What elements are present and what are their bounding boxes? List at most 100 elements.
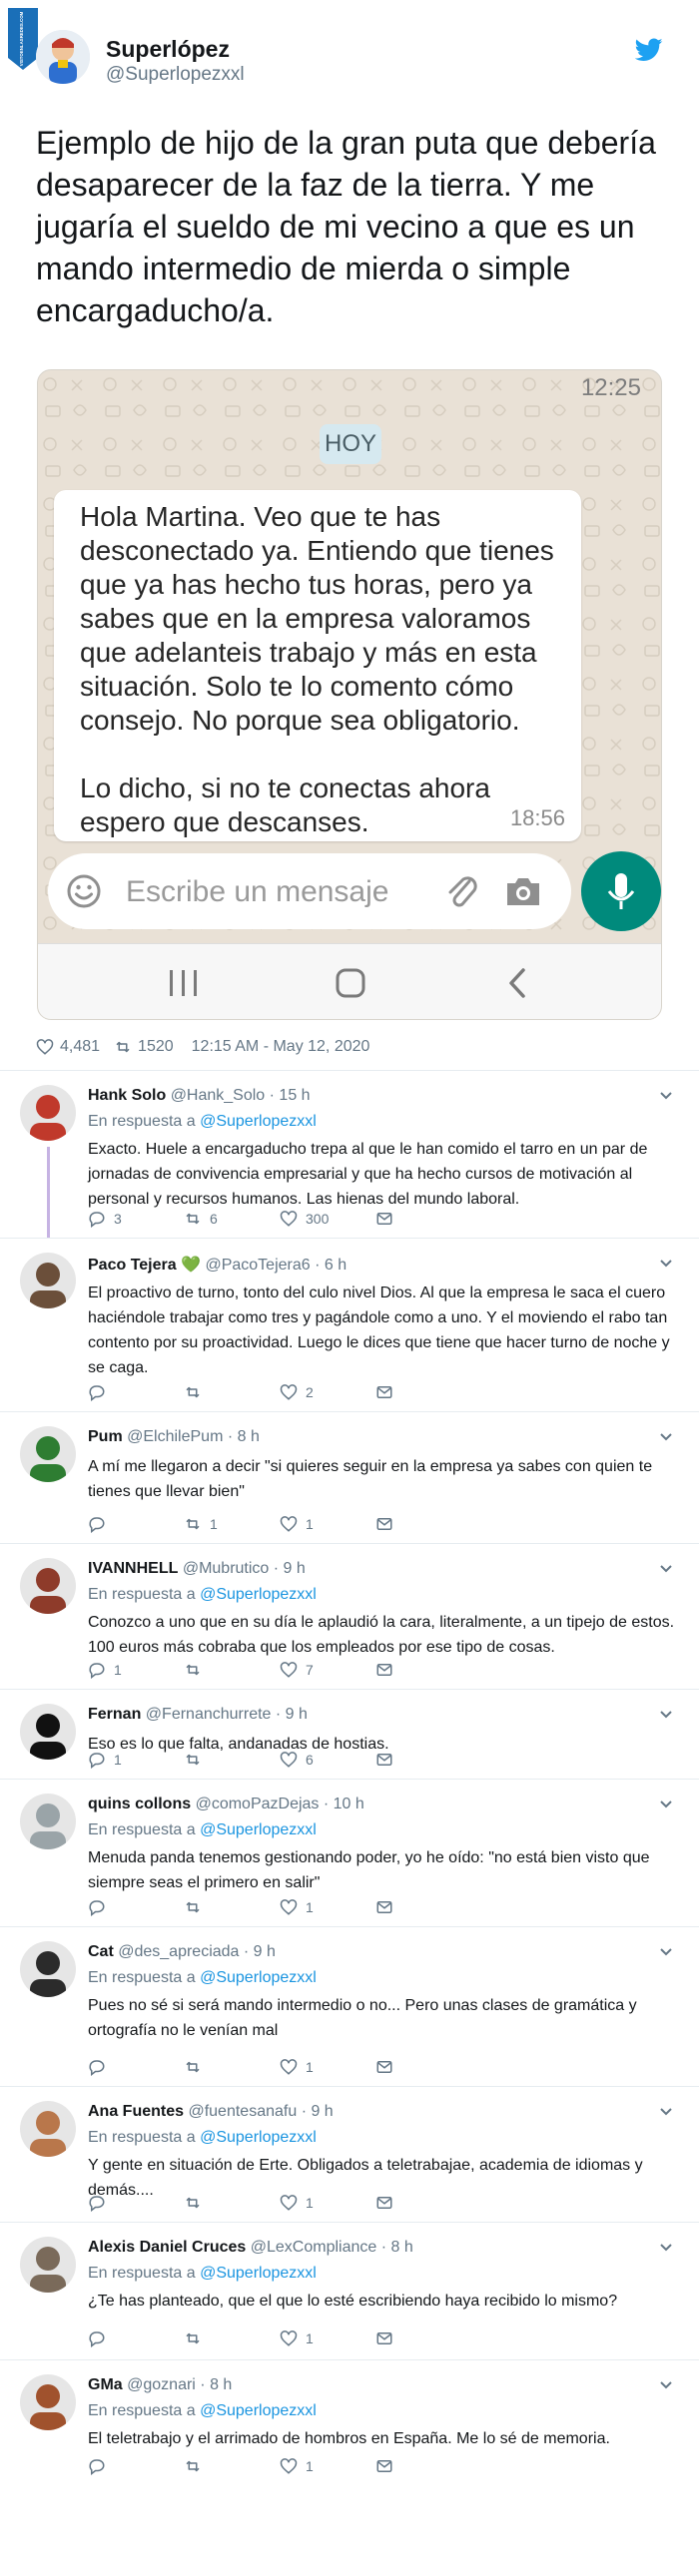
reply-author-name[interactable]: Cat — [88, 1943, 114, 1960]
direct-message-button[interactable] — [375, 2328, 393, 2348]
reply-author-handle[interactable]: @ElchilePum — [127, 1428, 223, 1445]
reply-button[interactable]: 1 — [88, 1750, 122, 1770]
reply-button[interactable]: 3 — [88, 1209, 122, 1229]
message-input-placeholder[interactable]: Escribe un mensaje — [126, 875, 388, 909]
like-button[interactable]: 1 — [280, 1514, 314, 1534]
reply-time[interactable]: · 8 h — [200, 2376, 232, 2393]
retweet-button[interactable] — [184, 1382, 210, 1402]
reply-avatar[interactable] — [20, 1794, 76, 1849]
reply-button[interactable] — [88, 2057, 114, 2077]
reply-author-handle[interactable]: @fuentesanafu — [188, 2103, 297, 2120]
chevron-down-icon[interactable] — [659, 1091, 673, 1101]
reply-author-name[interactable]: Fernan — [88, 1706, 141, 1723]
like-button[interactable]: 1 — [280, 1897, 314, 1917]
reply-button[interactable] — [88, 1514, 114, 1534]
emoji-icon[interactable] — [66, 873, 102, 909]
reply-button[interactable]: 1 — [88, 1660, 122, 1680]
reply-author-handle[interactable]: @goznari — [127, 2376, 196, 2393]
tweet-timestamp[interactable]: 12:15 AM - May 12, 2020 — [192, 1038, 370, 1056]
reply-time[interactable]: · 9 h — [276, 1706, 308, 1723]
chevron-down-icon[interactable] — [659, 1710, 673, 1720]
retweet-button[interactable] — [184, 1660, 210, 1680]
recents-icon[interactable] — [164, 966, 204, 1000]
reply-button[interactable] — [88, 2193, 114, 2213]
chevron-down-icon[interactable] — [659, 1259, 673, 1269]
reply-button[interactable] — [88, 1897, 114, 1917]
in-reply-link[interactable]: @Superlopezxxl — [200, 1821, 317, 1838]
reply-avatar[interactable] — [20, 1558, 76, 1614]
reply-author-name[interactable]: GMa — [88, 2376, 123, 2393]
direct-message-button[interactable] — [375, 2456, 393, 2476]
reply-author-handle[interactable]: @Fernanchurrete — [146, 1706, 272, 1723]
retweet-button[interactable] — [184, 1897, 210, 1917]
reply-tweet[interactable]: Hank Solo @Hank_Solo · 15 h En respuesta… — [0, 1070, 699, 1239]
chevron-down-icon[interactable] — [659, 2243, 673, 2253]
like-button[interactable]: 1 — [280, 2057, 314, 2077]
reply-avatar[interactable] — [20, 2374, 76, 2430]
reply-author-name[interactable]: IVANNHELL — [88, 1560, 178, 1577]
direct-message-button[interactable] — [375, 1382, 393, 1402]
reply-avatar[interactable] — [20, 1941, 76, 1997]
reply-avatar[interactable] — [20, 1085, 76, 1141]
reply-tweet[interactable]: Paco Tejera 💚 @PacoTejera6 · 6 h El proa… — [0, 1238, 699, 1411]
like-button[interactable]: 1 — [280, 2456, 314, 2476]
reply-author-handle[interactable]: @Mubrutico — [183, 1560, 270, 1577]
chevron-down-icon[interactable] — [659, 1432, 673, 1442]
attach-clip-icon[interactable] — [443, 871, 479, 911]
message-input-bar[interactable]: Escribe un mensaje — [48, 853, 571, 929]
reply-time[interactable]: · 10 h — [324, 1796, 364, 1812]
like-button[interactable]: 1 — [280, 2193, 314, 2213]
reply-avatar[interactable] — [20, 1426, 76, 1482]
reply-avatar[interactable] — [20, 1253, 76, 1308]
direct-message-button[interactable] — [375, 1750, 393, 1770]
retweet-button[interactable] — [184, 2057, 210, 2077]
in-reply-link[interactable]: @Superlopezxxl — [200, 1113, 317, 1130]
reply-time[interactable]: · 8 h — [228, 1428, 260, 1445]
author-handle[interactable]: @Superlopezxxl — [106, 64, 245, 86]
back-icon[interactable] — [503, 966, 533, 1000]
direct-message-button[interactable] — [375, 1660, 393, 1680]
reply-avatar[interactable] — [20, 2237, 76, 2293]
like-button[interactable]: 300 — [280, 1209, 329, 1229]
like-button[interactable]: 6 — [280, 1750, 314, 1770]
reply-time[interactable]: · 9 h — [244, 1943, 276, 1960]
reply-author-name[interactable]: Hank Solo — [88, 1087, 166, 1104]
reply-tweet[interactable]: Cat @des_apreciada · 9 h En respuesta a … — [0, 1926, 699, 2086]
tweet-image-whatsapp[interactable]: 12:25 HOY Hola Martina. Veo que te has d… — [37, 369, 662, 1020]
reply-tweet[interactable]: Fernan @Fernanchurrete · 9 h Eso es lo q… — [0, 1689, 699, 1779]
chevron-down-icon[interactable] — [659, 2380, 673, 2390]
reply-tweet[interactable]: Alexis Daniel Cruces @LexCompliance · 8 … — [0, 2222, 699, 2359]
reply-avatar[interactable] — [20, 1704, 76, 1760]
reply-time[interactable]: · 8 h — [381, 2239, 413, 2256]
in-reply-link[interactable]: @Superlopezxxl — [200, 2402, 317, 2419]
reply-avatar[interactable] — [20, 2101, 76, 2157]
reply-author-handle[interactable]: @LexCompliance — [251, 2239, 377, 2256]
reply-tweet[interactable]: Ana Fuentes @fuentesanafu · 9 h En respu… — [0, 2086, 699, 2222]
camera-icon[interactable] — [503, 873, 543, 909]
reply-author-name[interactable]: quins collons — [88, 1796, 191, 1812]
reply-button[interactable] — [88, 2328, 114, 2348]
chevron-down-icon[interactable] — [659, 1800, 673, 1809]
in-reply-link[interactable]: @Superlopezxxl — [200, 1586, 317, 1603]
retweet-button[interactable] — [184, 2456, 210, 2476]
like-button[interactable]: 2 — [280, 1382, 314, 1402]
reply-time[interactable]: · 9 h — [302, 2103, 334, 2120]
reply-author-handle[interactable]: @comoPazDejas — [196, 1796, 320, 1812]
direct-message-button[interactable] — [375, 1897, 393, 1917]
reply-author-name[interactable]: Pum — [88, 1428, 123, 1445]
retweet-button[interactable]: 1 — [184, 1514, 218, 1534]
author-name[interactable]: Superlópez — [106, 36, 230, 63]
reply-tweet[interactable]: IVANNHELL @Mubrutico · 9 h En respuesta … — [0, 1543, 699, 1689]
reply-tweet[interactable]: Pum @ElchilePum · 8 h A mí me llegaron a… — [0, 1411, 699, 1543]
retweet-button[interactable] — [184, 1750, 210, 1770]
heart-icon[interactable] — [36, 1038, 54, 1056]
twitter-bird-icon[interactable] — [635, 38, 663, 62]
retweet-icon[interactable] — [114, 1038, 132, 1056]
reply-time[interactable]: · 15 h — [270, 1087, 311, 1104]
in-reply-link[interactable]: @Superlopezxxl — [200, 1969, 317, 1986]
retweet-button[interactable]: 6 — [184, 1209, 218, 1229]
chevron-down-icon[interactable] — [659, 1564, 673, 1574]
reply-button[interactable] — [88, 1382, 114, 1402]
direct-message-button[interactable] — [375, 1514, 393, 1534]
reply-author-name[interactable]: Ana Fuentes — [88, 2103, 184, 2120]
